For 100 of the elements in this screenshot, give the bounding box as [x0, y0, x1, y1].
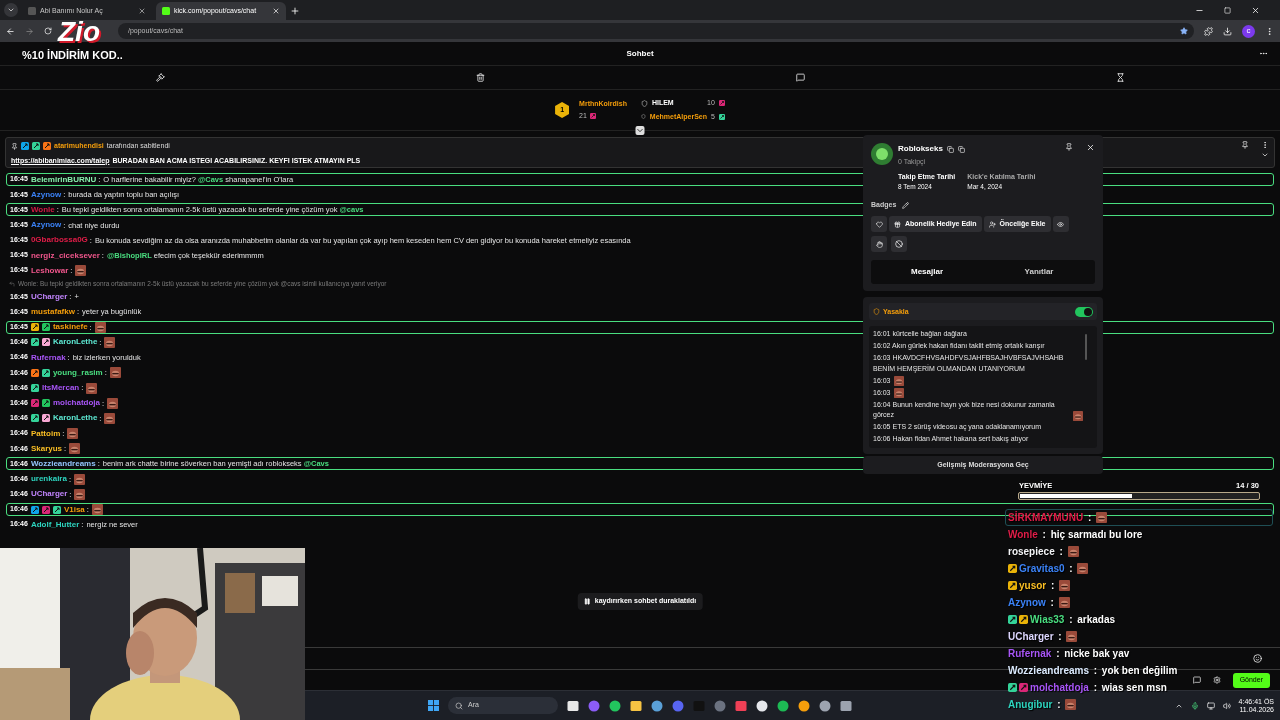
extensions-icon[interactable] — [1204, 26, 1213, 36]
username[interactable]: UCharger — [30, 290, 68, 303]
username[interactable]: molchatdoja — [52, 397, 101, 410]
copy-icon[interactable] — [957, 145, 965, 153]
copy-icon[interactable] — [946, 145, 954, 153]
folder-icon[interactable] — [630, 699, 642, 712]
username[interactable]: urenkaira — [30, 473, 67, 486]
shield-icon — [873, 308, 880, 316]
edit-icon[interactable] — [902, 201, 910, 209]
reply-icon — [9, 280, 15, 287]
name-separator: : — [1068, 562, 1074, 576]
timeout-button[interactable] — [871, 236, 887, 253]
name-separator: : — [1057, 630, 1063, 644]
close-icon[interactable] — [138, 7, 146, 15]
forward-icon[interactable] — [25, 26, 34, 36]
name-separator: : — [1050, 579, 1056, 593]
username[interactable]: 0Gbarbossa0G — [30, 234, 88, 247]
message-text: wias sen msn — [1101, 681, 1167, 695]
chat-bubble-icon[interactable] — [1192, 676, 1201, 684]
more-icon[interactable] — [1259, 49, 1268, 58]
maximize-icon[interactable] — [1224, 7, 1231, 14]
username[interactable]: KaronLethe — [52, 336, 98, 349]
collapse-icon[interactable] — [1261, 151, 1269, 159]
microphone-icon[interactable] — [1190, 701, 1199, 710]
settings-icon[interactable] — [1212, 676, 1221, 684]
tab[interactable]: Mesajlar — [871, 260, 983, 285]
pin-icon[interactable] — [1065, 143, 1073, 151]
new-tab-icon[interactable] — [290, 6, 300, 16]
username[interactable]: mustafafkw — [30, 306, 75, 319]
username[interactable]: BelemirinBURNU — [30, 173, 97, 186]
chevron-down-icon — [7, 6, 15, 14]
volume-icon[interactable] — [1222, 701, 1231, 710]
pin-icon[interactable] — [1241, 141, 1249, 149]
expand-icon[interactable] — [635, 126, 645, 135]
badge-icon — [718, 113, 725, 120]
username[interactable]: young_rasim — [52, 366, 103, 379]
username: Azynow — [1008, 596, 1046, 610]
notes-icon[interactable] — [567, 699, 579, 712]
tab-list-button[interactable] — [4, 3, 18, 17]
gavel-icon[interactable] — [155, 73, 165, 82]
name-separator: : — [1068, 613, 1074, 627]
username[interactable]: Azynow — [30, 219, 62, 232]
username: Wonle — [1008, 528, 1038, 542]
username: Anugibur — [1008, 698, 1053, 712]
username[interactable]: Azynow — [30, 188, 62, 201]
app-icon[interactable] — [651, 699, 663, 712]
tab[interactable]: Yanıtlar — [983, 260, 1095, 285]
username: yusor — [1019, 579, 1047, 593]
watch-button[interactable] — [1052, 216, 1069, 233]
profile-avatar[interactable]: c — [1242, 24, 1255, 38]
music-icon[interactable] — [777, 699, 789, 712]
username[interactable]: Leshowar — [30, 264, 69, 277]
browser-icon[interactable] — [609, 699, 621, 712]
username[interactable]: Wonle — [30, 203, 55, 216]
trash-icon[interactable] — [475, 73, 485, 82]
username[interactable]: Wozzieandreams — [30, 457, 96, 470]
more-icon[interactable] — [1261, 141, 1269, 149]
network-icon[interactable] — [1206, 701, 1215, 710]
start-icon[interactable] — [428, 700, 439, 711]
name-separator: : — [1041, 528, 1047, 542]
username[interactable]: taskinefe — [52, 321, 88, 334]
assistant-icon[interactable] — [588, 699, 600, 712]
ban-button[interactable] — [891, 236, 907, 253]
shield-icon — [640, 113, 646, 121]
username[interactable]: UCharger — [30, 488, 68, 501]
username[interactable]: KaronLethe — [52, 412, 98, 425]
chat-bubble-icon[interactable] — [795, 73, 805, 82]
username[interactable]: ItsMercan — [41, 382, 80, 395]
stream-logo: Zio — [58, 17, 100, 47]
emoji-icon[interactable] — [1253, 654, 1262, 663]
browser-icon[interactable] — [798, 699, 810, 712]
download-icon[interactable] — [1223, 26, 1232, 36]
bookmark-star-icon[interactable] — [1180, 27, 1188, 35]
chat-title: Sohbet — [626, 47, 654, 60]
hand-icon — [875, 240, 883, 248]
menu-icon[interactable] — [1265, 26, 1274, 36]
hourglass-icon[interactable] — [1115, 73, 1125, 82]
username[interactable]: Skaryus — [30, 442, 63, 455]
helmet-icon[interactable] — [714, 699, 726, 712]
username[interactable]: Pattoim — [30, 427, 61, 440]
pin-icon — [11, 142, 18, 150]
username: molchatdoja — [1030, 681, 1089, 695]
app-icon[interactable] — [756, 699, 768, 712]
username[interactable]: nergiz_ciceksever — [30, 249, 100, 262]
ban-toggle[interactable] — [1075, 306, 1093, 317]
username[interactable]: Adolf_Hutter — [30, 518, 80, 531]
app-icon[interactable] — [840, 699, 852, 712]
recording-icon[interactable] — [819, 699, 831, 712]
username: Wozzieandreams — [1008, 664, 1089, 678]
follow-button[interactable] — [871, 216, 887, 233]
username[interactable]: V1isa — [63, 503, 85, 516]
name-separator: : — [1056, 698, 1062, 712]
message-text: nicke bak yav — [1064, 647, 1130, 661]
message-text: hiç sarmadı bu lore — [1050, 528, 1143, 542]
promo-text: %10 İNDİRİM KOD.. — [22, 48, 123, 63]
chat-app-icon[interactable] — [672, 699, 684, 712]
message-text: yok ben değilim — [1101, 664, 1178, 678]
username[interactable]: Rufernak — [30, 351, 66, 364]
reload-icon[interactable] — [44, 27, 52, 35]
back-icon[interactable] — [6, 26, 15, 36]
